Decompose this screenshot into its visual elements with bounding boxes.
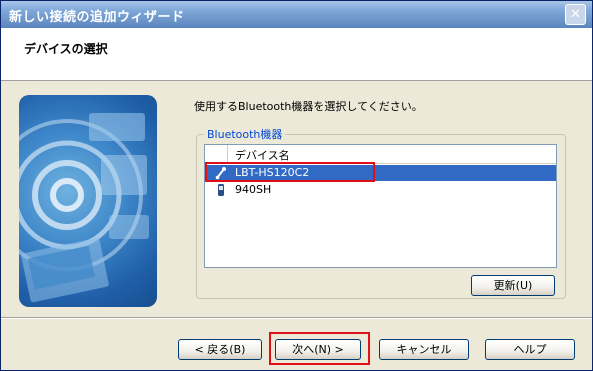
wave-rings-icon (19, 113, 149, 303)
column-header-device-name: デバイス名 (235, 149, 290, 162)
back-button[interactable]: < 戻る(B) (178, 339, 262, 360)
help-button[interactable]: ヘルプ (485, 339, 575, 360)
device-name: 940SH (235, 183, 272, 196)
phone-icon (215, 183, 227, 197)
footer-separator (1, 317, 592, 319)
instruction-text: 使用するBluetooth機器を選択してください。 (194, 100, 423, 113)
wizard-header: デバイスの選択 (1, 28, 592, 81)
window-title: 新しい接続の追加ウィザード (9, 10, 185, 25)
close-icon: ✕ (570, 7, 581, 22)
cancel-button[interactable]: キャンセル (379, 339, 469, 360)
title-bar: 新しい接続の追加ウィザード ✕ (1, 1, 592, 28)
wizard-window: 新しい接続の追加ウィザード ✕ デバイスの選択 使用するBluetooth機器を… (0, 0, 593, 371)
group-label: Bluetooth機器 (204, 126, 286, 142)
highlight-box-device (205, 162, 375, 182)
close-button[interactable]: ✕ (565, 4, 586, 25)
page-title: デバイスの選択 (24, 42, 108, 56)
bluetooth-illustration (19, 95, 157, 307)
refresh-button[interactable]: 更新(U) (471, 275, 555, 296)
highlight-box-next (269, 332, 370, 365)
device-row-940sh[interactable]: 940SH (205, 182, 556, 198)
